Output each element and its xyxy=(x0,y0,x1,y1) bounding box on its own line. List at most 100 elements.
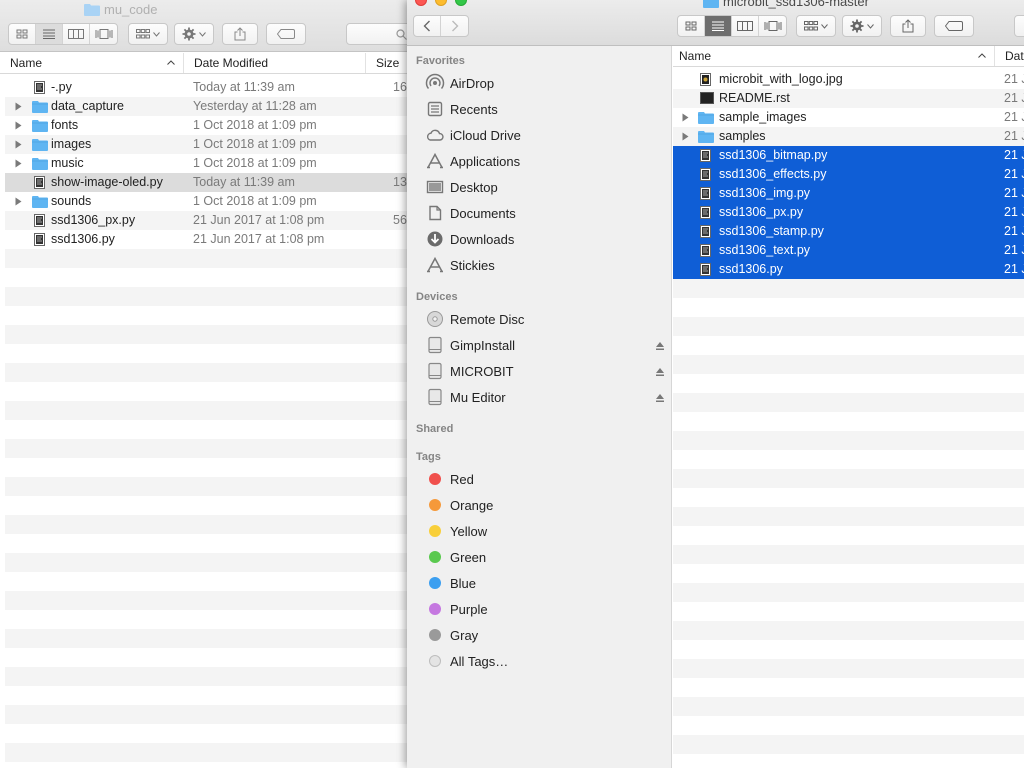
row-stripe xyxy=(5,458,412,477)
file-row[interactable]: fonts 1 Oct 2018 at 1:09 pm xyxy=(5,116,412,135)
eject-button[interactable] xyxy=(655,365,665,380)
zoom-button[interactable] xyxy=(455,0,467,6)
disclosure-button[interactable] xyxy=(13,101,23,111)
airdrop-icon-wrap xyxy=(425,73,445,93)
icon-view-button[interactable] xyxy=(9,24,36,44)
sidebar-item-recents[interactable]: Recents xyxy=(425,98,665,120)
file-row[interactable]: ssd1306_px.py 21 J xyxy=(673,203,1024,222)
sidebar-item-tag-gray[interactable]: Gray xyxy=(425,624,665,646)
downloads-icon-wrap xyxy=(425,229,445,249)
gallery-view-button[interactable] xyxy=(759,16,786,36)
file-row[interactable]: samples 21 J xyxy=(673,127,1024,146)
sidebar-item-gimpinstall[interactable]: GimpInstall xyxy=(425,334,665,356)
file-row[interactable]: ssd1306_px.py 21 Jun 2017 at 1:08 pm 56 xyxy=(5,211,412,230)
share-button[interactable] xyxy=(222,23,258,45)
file-row[interactable]: ssd1306.py 21 Jun 2017 at 1:08 pm xyxy=(5,230,412,249)
sidebar-item-desktop[interactable]: Desktop xyxy=(425,176,665,198)
file-row[interactable]: show-image-oled.py Today at 11:39 am 13 xyxy=(5,173,412,192)
file-icon-wrap xyxy=(34,81,45,97)
column-header-date[interactable]: Dat xyxy=(995,46,1024,66)
sidebar-item-microbit[interactable]: MICROBIT xyxy=(425,360,665,382)
file-row[interactable]: sample_images 21 J xyxy=(673,108,1024,127)
row-stripe xyxy=(5,572,412,591)
desktop-icon-wrap xyxy=(425,177,445,197)
file-name: ssd1306.py xyxy=(51,232,115,246)
back-button[interactable] xyxy=(414,16,441,36)
tags-button[interactable] xyxy=(266,23,306,45)
share-button[interactable] xyxy=(890,15,926,37)
arrange-button[interactable] xyxy=(128,23,168,45)
disclosure-triangle-icon xyxy=(15,140,21,148)
column-view-button[interactable] xyxy=(732,16,759,36)
action-button[interactable] xyxy=(842,15,882,37)
sidebar-item-documents[interactable]: Documents xyxy=(425,202,665,224)
column-header-date-modified[interactable]: Date Modified xyxy=(184,53,366,73)
gallery-view-button[interactable] xyxy=(90,24,117,44)
disc-icon-wrap xyxy=(425,309,445,329)
sidebar-item-tag-red[interactable]: Red xyxy=(425,468,665,490)
action-button[interactable] xyxy=(174,23,214,45)
file-row[interactable]: images 1 Oct 2018 at 1:09 pm xyxy=(5,135,412,154)
sidebar-item-tag-orange[interactable]: Orange xyxy=(425,494,665,516)
documents-icon-wrap xyxy=(425,203,445,223)
icon-view-button[interactable] xyxy=(678,16,705,36)
column-header-size[interactable]: Size xyxy=(366,53,412,73)
row-stripe xyxy=(673,697,1024,716)
tags-button[interactable] xyxy=(934,15,974,37)
sidebar-item-downloads[interactable]: Downloads xyxy=(425,228,665,250)
sidebar-item-icloud-drive[interactable]: iCloud Drive xyxy=(425,124,665,146)
sidebar-item-tag-green[interactable]: Green xyxy=(425,546,665,568)
eject-button[interactable] xyxy=(655,339,665,354)
list-view-button[interactable] xyxy=(36,24,63,44)
file-row[interactable]: data_capture Yesterday at 11:28 am xyxy=(5,97,412,116)
column-header-name[interactable]: Name xyxy=(0,53,184,73)
file-row[interactable]: ssd1306_img.py 21 J xyxy=(673,184,1024,203)
forward-button[interactable] xyxy=(441,16,468,36)
eject-button[interactable] xyxy=(655,391,665,406)
file-row[interactable]: -.py Today at 11:39 am 16 xyxy=(5,78,412,97)
sidebar-item-mu-editor[interactable]: Mu Editor xyxy=(425,386,665,408)
minimize-button[interactable] xyxy=(435,0,447,6)
file-row[interactable]: music 1 Oct 2018 at 1:09 pm xyxy=(5,154,412,173)
close-button[interactable] xyxy=(415,0,427,6)
file-row[interactable]: microbit_with_logo.jpg 21 J xyxy=(673,70,1024,89)
search-field[interactable] xyxy=(346,23,416,45)
sidebar-item-label: Mu Editor xyxy=(450,389,506,405)
disclosure-button[interactable] xyxy=(680,112,690,122)
disclosure-button[interactable] xyxy=(13,158,23,168)
file-row[interactable]: README.rst 21 J xyxy=(673,89,1024,108)
sidebar-item-tag-purple[interactable]: Purple xyxy=(425,598,665,620)
sidebar-item-tag-blue[interactable]: Blue xyxy=(425,572,665,594)
python-file-icon xyxy=(34,214,45,227)
column-view-button[interactable] xyxy=(63,24,90,44)
arrange-button[interactable] xyxy=(796,15,836,37)
disclosure-button[interactable] xyxy=(680,131,690,141)
row-stripe xyxy=(5,496,412,515)
search-field[interactable] xyxy=(1014,15,1024,37)
chevron-down-icon xyxy=(821,23,828,29)
sidebar-item-airdrop[interactable]: AirDrop xyxy=(425,72,665,94)
row-stripe xyxy=(5,534,412,553)
file-row[interactable]: sounds 1 Oct 2018 at 1:09 pm xyxy=(5,192,412,211)
sort-ascending-icon xyxy=(167,60,175,65)
file-row[interactable]: ssd1306_text.py 21 J xyxy=(673,241,1024,260)
file-row[interactable]: ssd1306_bitmap.py 21 J xyxy=(673,146,1024,165)
file-row[interactable]: ssd1306_stamp.py 21 J xyxy=(673,222,1024,241)
disclosure-button[interactable] xyxy=(13,196,23,206)
disclosure-button[interactable] xyxy=(13,120,23,130)
file-list-pane: Name Dat microbit_with_logo.jpg21 JREADM… xyxy=(673,46,1024,768)
sidebar-item-applications[interactable]: Applications xyxy=(425,150,665,172)
folder-icon xyxy=(32,139,48,151)
sidebar-item-stickies[interactable]: Stickies xyxy=(425,254,665,276)
row-stripe xyxy=(5,648,412,667)
sidebar-item-remote-disc[interactable]: Remote Disc xyxy=(425,308,665,330)
airdrop-icon xyxy=(425,73,445,89)
folder-icon-wrap xyxy=(32,138,48,154)
sidebar-item-tag-yellow[interactable]: Yellow xyxy=(425,520,665,542)
file-row[interactable]: ssd1306.py 21 J xyxy=(673,260,1024,279)
file-row[interactable]: ssd1306_effects.py 21 J xyxy=(673,165,1024,184)
disclosure-button[interactable] xyxy=(13,139,23,149)
sidebar-item-tag-all-tags[interactable]: All Tags… xyxy=(425,650,665,672)
list-view-button[interactable] xyxy=(705,16,732,36)
column-header-name[interactable]: Name xyxy=(673,46,995,66)
